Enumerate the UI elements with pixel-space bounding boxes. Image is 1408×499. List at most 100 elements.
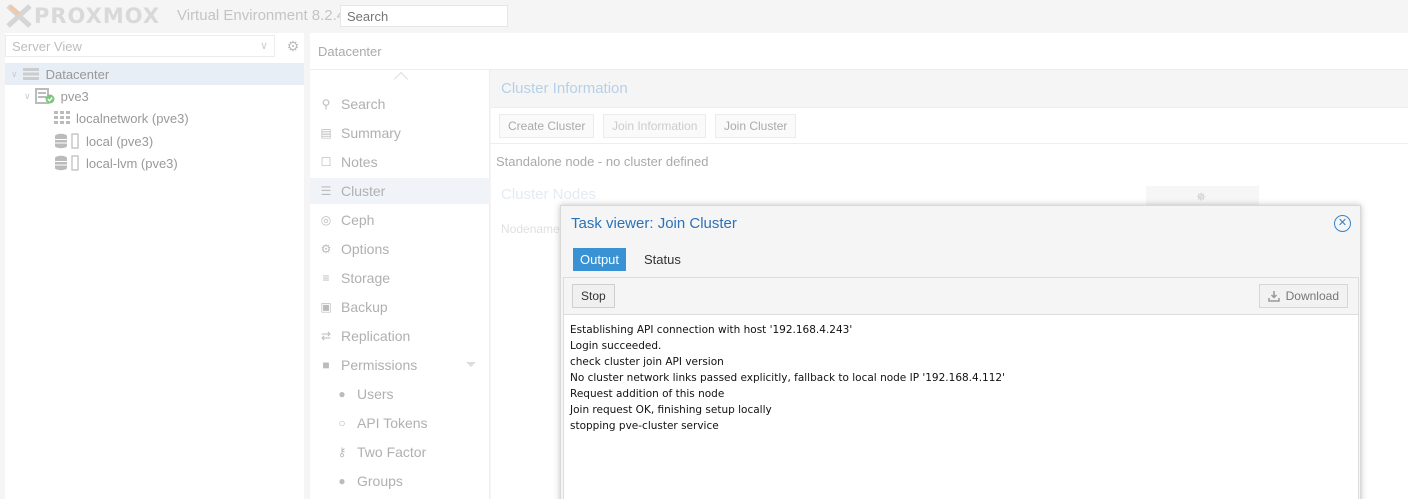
node-online-icon bbox=[34, 88, 55, 104]
floppy-icon: ▣ bbox=[320, 300, 332, 314]
nav-item-label: Replication bbox=[341, 328, 411, 344]
notes-icon: ☐ bbox=[320, 155, 332, 169]
ceph-icon: ◎ bbox=[320, 213, 332, 227]
nav-item-api-tokens[interactable]: ○ API Tokens bbox=[310, 410, 490, 436]
output-panel: Stop Download Establishing API connectio… bbox=[563, 277, 1359, 499]
tab-status[interactable]: Status bbox=[637, 248, 688, 271]
nav-item-summary[interactable]: ▤ Summary bbox=[310, 120, 490, 146]
collapse-arrow-icon[interactable] bbox=[466, 362, 476, 367]
join-information-button[interactable]: Join Information bbox=[603, 114, 707, 138]
book-icon: ▤ bbox=[320, 126, 332, 140]
nav-item-label: Two Factor bbox=[357, 444, 427, 460]
nav-item-label: Summary bbox=[341, 125, 401, 141]
nav-item-label: Permissions bbox=[341, 357, 418, 373]
tree-item-label: local (pve3) bbox=[86, 133, 154, 149]
tree-item-label: pve3 bbox=[60, 88, 89, 104]
key-icon: ⚷ bbox=[337, 445, 347, 459]
download-button[interactable]: Download bbox=[1258, 284, 1348, 308]
download-label: Download bbox=[1285, 289, 1339, 303]
datacenter-nav: ⚲ Search ▤ Summary ☐ Notes ☰ Cluster ◎ C… bbox=[310, 70, 490, 499]
log-line: Login succeeded. bbox=[570, 340, 662, 352]
server-icon: ☰ bbox=[320, 184, 332, 198]
nav-item-groups[interactable]: ● Groups bbox=[310, 468, 490, 494]
nav-item-label: Cluster bbox=[341, 183, 386, 199]
nav-item-cluster[interactable]: ☰ Cluster bbox=[310, 178, 490, 204]
join-cluster-button[interactable]: Join Cluster bbox=[715, 114, 797, 138]
nav-item-label: Storage bbox=[341, 270, 391, 286]
tree-item-datacenter[interactable]: ∨ Datacenter bbox=[5, 63, 304, 85]
log-line: Establishing API connection with host '1… bbox=[570, 324, 853, 336]
task-viewer-dialog: Task viewer: Join Cluster ✕ Output Statu… bbox=[560, 205, 1361, 499]
cluster-status-text: Standalone node - no cluster defined bbox=[496, 154, 709, 169]
tree-item-label: Datacenter bbox=[45, 66, 110, 82]
top-bar: PROXMOX Virtual Environment 8.2.4 bbox=[0, 0, 1408, 33]
tree-item-label: localnetwork (pve3) bbox=[76, 110, 189, 126]
log-line: check cluster join API version bbox=[570, 356, 724, 368]
breadcrumb: Datacenter bbox=[318, 44, 382, 59]
stop-button[interactable]: Stop bbox=[572, 284, 615, 308]
tree-item-label: local-lvm (pve3) bbox=[86, 155, 178, 171]
nav-item-label: Backup bbox=[341, 299, 388, 315]
nav-item-backup[interactable]: ▣ Backup bbox=[310, 294, 490, 320]
nav-item-permissions[interactable]: ■ Permissions bbox=[310, 352, 490, 378]
nav-item-notes[interactable]: ☐ Notes bbox=[310, 149, 490, 175]
user-outline-icon: ○ bbox=[338, 416, 346, 430]
nav-item-options[interactable]: ⚙ Options bbox=[310, 236, 490, 262]
spinner-icon: ✵ bbox=[1196, 190, 1207, 204]
gear-icon[interactable]: ⚙ bbox=[283, 36, 303, 56]
nav-item-two-factor[interactable]: ⚷ Two Factor bbox=[310, 439, 490, 465]
users-icon: ● bbox=[338, 474, 346, 488]
nav-item-replication[interactable]: ⇄ Replication bbox=[310, 323, 490, 349]
nav-item-ceph[interactable]: ◎ Ceph bbox=[310, 207, 490, 233]
download-icon bbox=[1267, 291, 1280, 302]
output-toolbar: Stop Download bbox=[564, 278, 1358, 315]
nav-item-label: Options bbox=[341, 241, 390, 257]
nav-item-label: Notes bbox=[341, 154, 378, 170]
nav-item-search[interactable]: ⚲ Search bbox=[310, 91, 490, 117]
nav-item-label: Users bbox=[357, 386, 394, 402]
scroll-up-icon[interactable] bbox=[393, 71, 409, 87]
logo-text: PROXMOX bbox=[34, 4, 161, 28]
tree-item-localnetwork[interactable]: localnetwork (pve3) bbox=[54, 107, 189, 129]
gear-icon: ⚙ bbox=[320, 242, 332, 256]
nav-item-storage[interactable]: ≡ Storage bbox=[310, 265, 490, 291]
create-cluster-button[interactable]: Create Cluster bbox=[499, 114, 595, 138]
database-icon: ≡ bbox=[322, 271, 330, 285]
task-log: Establishing API connection with host '1… bbox=[570, 322, 1005, 434]
datacenter-icon bbox=[22, 68, 39, 80]
user-icon: ● bbox=[338, 387, 346, 401]
nav-item-label: Search bbox=[341, 96, 386, 112]
network-grid-icon bbox=[54, 111, 70, 124]
proxmox-logo: PROXMOX bbox=[6, 4, 160, 28]
log-line: Join request OK, finishing setup locally bbox=[570, 404, 772, 416]
dialog-title: Task viewer: Join Cluster bbox=[571, 215, 737, 232]
log-line: Request addition of this node bbox=[570, 388, 725, 400]
chevron-down-icon: ∨ bbox=[259, 40, 268, 52]
tab-output[interactable]: Output bbox=[573, 248, 627, 271]
log-line: No cluster network links passed explicit… bbox=[570, 372, 1005, 384]
collapse-icon: ∨ bbox=[24, 90, 31, 101]
view-selector[interactable]: Server View ∨ bbox=[5, 35, 275, 57]
tree-item-local[interactable]: local (pve3) bbox=[54, 130, 153, 152]
cluster-toolbar: Create Cluster Join Information Join Clu… bbox=[491, 108, 1408, 144]
cluster-info-title: Cluster Information bbox=[501, 80, 628, 97]
close-icon[interactable]: ✕ bbox=[1334, 215, 1351, 232]
cluster-info-header: Cluster Information bbox=[491, 70, 1408, 108]
nav-item-label: API Tokens bbox=[357, 415, 428, 431]
nodename-column-header[interactable]: Nodename bbox=[501, 222, 560, 236]
cluster-nodes-header: Cluster Nodes bbox=[491, 184, 1408, 206]
storage-icon bbox=[55, 133, 79, 149]
search-input[interactable] bbox=[340, 5, 508, 27]
view-selector-value: Server View bbox=[12, 39, 82, 54]
nav-item-users[interactable]: ● Users bbox=[310, 381, 490, 407]
nav-item-label: Groups bbox=[357, 473, 403, 489]
proxmox-x-icon bbox=[6, 4, 32, 28]
content-header: Datacenter bbox=[310, 33, 1408, 70]
retweet-icon: ⇄ bbox=[320, 329, 332, 343]
nav-item-label: Ceph bbox=[341, 212, 375, 228]
unlock-icon: ■ bbox=[322, 358, 330, 372]
storage-icon bbox=[55, 155, 79, 171]
cluster-nodes-title: Cluster Nodes bbox=[501, 186, 597, 203]
tree-item-local-lvm[interactable]: local-lvm (pve3) bbox=[54, 152, 178, 174]
tree-item-pve3[interactable]: ∨ pve3 bbox=[24, 85, 89, 107]
